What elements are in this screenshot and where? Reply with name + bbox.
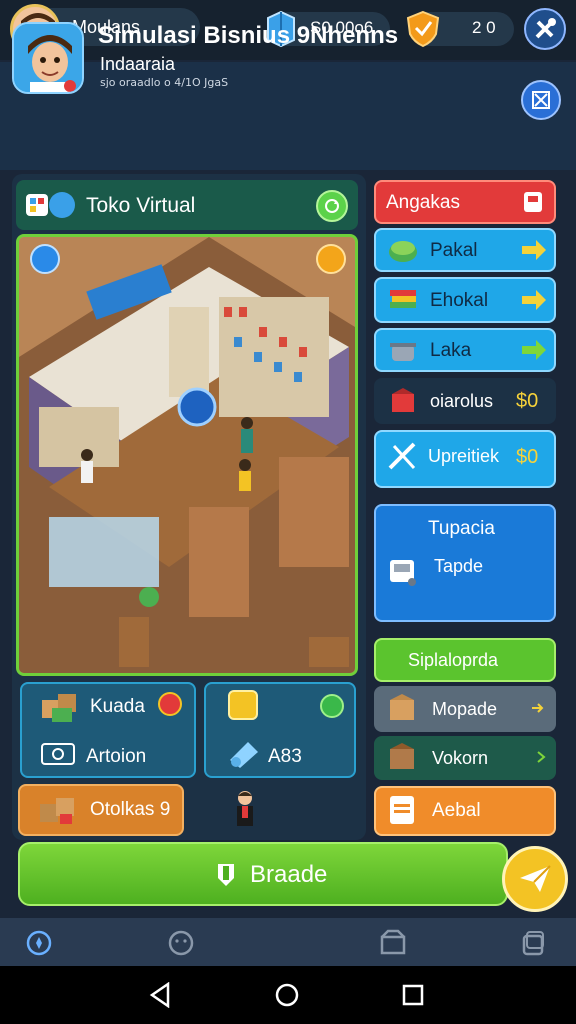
face-icon <box>168 930 194 956</box>
money-icon <box>41 743 75 765</box>
red-box-icon <box>392 388 414 412</box>
menu-label-siplaloprda: Siplaloprda <box>408 650 499 670</box>
gem-shield-icon <box>406 10 440 48</box>
page-meta: sjo oraadlo o 4/1O JgaS <box>100 76 229 89</box>
chevron-right-icon <box>537 751 546 763</box>
menu-label-oiarolus: oiarolus <box>430 391 494 411</box>
store-logo-icon <box>26 192 75 218</box>
megaphone-icon <box>230 742 258 768</box>
crate-icon <box>390 743 414 769</box>
tools-icon <box>388 442 416 470</box>
menu-label-pakal: Pakal <box>430 240 478 261</box>
paper-plane-icon <box>520 865 551 892</box>
kuada-alert-badge <box>158 692 182 716</box>
cart-icon <box>524 192 542 212</box>
crate-icon <box>390 694 414 720</box>
refresh-icon <box>325 199 339 213</box>
machine-icon <box>390 560 416 586</box>
tab-store[interactable] <box>378 928 408 958</box>
tile-label-otolkas: Otolkas 9 <box>90 799 171 820</box>
books-icon <box>390 290 416 308</box>
tile-label-a83: A83 <box>268 746 302 767</box>
menu-label-mopade: Mopade <box>432 699 498 719</box>
menu-label-tupacia: Tupacia <box>428 518 495 539</box>
main-action-label: Braade <box>250 861 328 888</box>
gems-value: 2 0 <box>472 18 496 37</box>
store-title: Toko Virtual <box>86 194 196 217</box>
crates-icon <box>40 798 74 824</box>
pot-icon <box>390 343 416 361</box>
page-subtitle: Indaaraia <box>100 54 176 74</box>
store-action-button[interactable] <box>316 244 346 274</box>
menu-label-laka: Laka <box>430 340 472 361</box>
settings-button[interactable] <box>524 8 566 50</box>
a83-action-button[interactable] <box>320 694 344 718</box>
menu-label-angakas: Angakas <box>386 192 460 213</box>
shop-icon <box>380 929 406 955</box>
header-card <box>0 62 576 170</box>
compass-icon <box>26 930 52 956</box>
tile-label-artoion: Artoion <box>86 746 147 767</box>
menu-value-upreitiek: $0 <box>516 446 539 468</box>
home-nav-icon[interactable] <box>274 982 300 1008</box>
layers-icon <box>522 931 544 956</box>
info-button[interactable] <box>30 244 60 274</box>
clipboard-icon <box>390 796 414 824</box>
menu-label-vokorn: Vokorn <box>432 748 489 768</box>
menu-label-tapde: Tapde <box>434 556 484 576</box>
tab-explore[interactable] <box>24 928 54 958</box>
shield-icon <box>218 864 234 886</box>
close-button[interactable] <box>521 80 561 120</box>
coin-stack-icon <box>228 690 258 720</box>
menu-label-aebal: Aebal <box>432 800 481 821</box>
page-title: Simulasi Bisnius 9Nhenns <box>98 22 399 49</box>
menu-value-oiarolus: $0 <box>516 390 539 412</box>
tab-inventory[interactable] <box>518 928 548 958</box>
tools-icon <box>535 18 556 39</box>
store-game-view[interactable] <box>16 234 358 676</box>
send-fab-button[interactable] <box>502 846 568 912</box>
refresh-button[interactable] <box>316 190 348 222</box>
arrow-right-icon <box>522 340 546 360</box>
recents-nav-icon[interactable] <box>402 984 424 1006</box>
isometric-store-scene <box>19 237 355 673</box>
close-icon <box>532 91 550 109</box>
app-avatar-icon <box>12 22 84 94</box>
character-icon <box>237 791 253 826</box>
arrow-right-icon <box>522 240 546 260</box>
back-nav-icon[interactable] <box>148 982 172 1008</box>
tab-profile[interactable] <box>166 928 196 958</box>
bottom-tab-bar <box>0 918 576 966</box>
menu-label-upreitiek: Upreitiek <box>428 446 500 466</box>
arrow-right-icon <box>522 290 546 310</box>
arrow-right-small-icon <box>532 703 544 713</box>
menu-label-ehokal: Ehokal <box>430 290 489 311</box>
tile-label-kuada: Kuada <box>90 696 145 717</box>
food-bowl-icon <box>389 241 417 262</box>
boxes-icon <box>42 694 76 722</box>
